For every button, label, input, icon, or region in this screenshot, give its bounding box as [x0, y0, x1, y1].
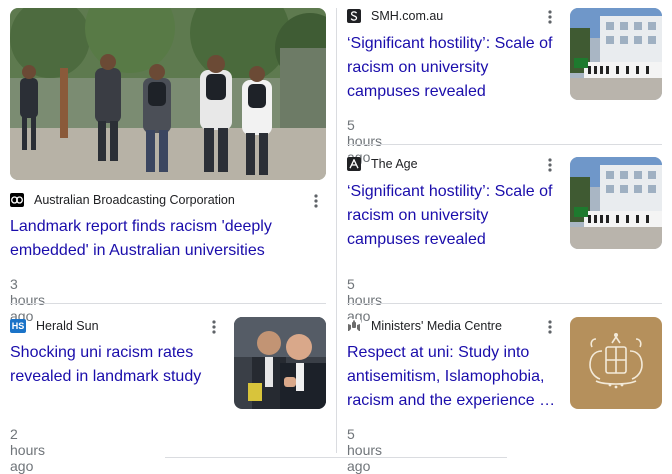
- divider: [10, 303, 326, 304]
- divider: [347, 144, 662, 145]
- more-options-button[interactable]: [541, 156, 559, 174]
- source-row: HS Herald Sun: [10, 317, 99, 335]
- source-row: SMH.com.au: [347, 7, 443, 25]
- more-options-button[interactable]: [541, 318, 559, 336]
- more-vert-icon: [548, 10, 552, 24]
- timestamp: 2 hours ago: [10, 426, 46, 474]
- headline-link[interactable]: Shocking uni racism rates revealed in la…: [10, 341, 215, 389]
- more-vert-icon: [548, 320, 552, 334]
- headline-link[interactable]: ‘Significant hostility’: Scale of racism…: [347, 180, 562, 252]
- timestamp: 5 hours ago: [347, 426, 383, 474]
- more-vert-icon: [212, 320, 216, 334]
- thumbnail-politicians[interactable]: [234, 317, 326, 409]
- headline-link[interactable]: Respect at uni: Study into antisemitism,…: [347, 341, 557, 413]
- thumbnail-students-walking[interactable]: [10, 8, 326, 180]
- politicians-image: [234, 317, 326, 409]
- divider: [347, 303, 662, 304]
- source-name: Herald Sun: [36, 319, 99, 333]
- the-age-logo-icon: [347, 157, 361, 171]
- thumbnail-campus-protest[interactable]: [570, 8, 662, 100]
- thumbnail-coat-of-arms[interactable]: [570, 317, 662, 409]
- source-row: Ministers' Media Centre: [347, 317, 502, 335]
- smh-logo-icon: [347, 9, 361, 23]
- more-vert-icon: [548, 158, 552, 172]
- headline-link[interactable]: Landmark report finds racism 'deeply emb…: [10, 215, 310, 263]
- source-row: Australian Broadcasting Corporation: [10, 191, 235, 209]
- more-options-button[interactable]: [307, 192, 325, 210]
- coat-of-arms-image: [570, 317, 662, 409]
- more-vert-icon: [314, 194, 318, 208]
- headline-link[interactable]: ‘Significant hostility’: Scale of racism…: [347, 32, 562, 104]
- more-options-button[interactable]: [205, 318, 223, 336]
- bottom-divider: [165, 457, 507, 458]
- students-walking-image: [10, 8, 326, 180]
- source-row: The Age: [347, 155, 418, 173]
- abc-logo-icon: [10, 193, 24, 207]
- campus-protest-image: [570, 8, 662, 100]
- source-name: The Age: [371, 157, 418, 171]
- source-name: Australian Broadcasting Corporation: [34, 193, 235, 207]
- coat-of-arms-icon: [347, 319, 361, 333]
- more-options-button[interactable]: [541, 8, 559, 26]
- column-divider: [336, 8, 337, 453]
- source-name: Ministers' Media Centre: [371, 319, 502, 333]
- source-name: SMH.com.au: [371, 9, 444, 23]
- thumbnail-campus-protest[interactable]: [570, 157, 662, 249]
- campus-protest-image: [570, 157, 662, 249]
- herald-sun-logo-icon: HS: [10, 319, 26, 333]
